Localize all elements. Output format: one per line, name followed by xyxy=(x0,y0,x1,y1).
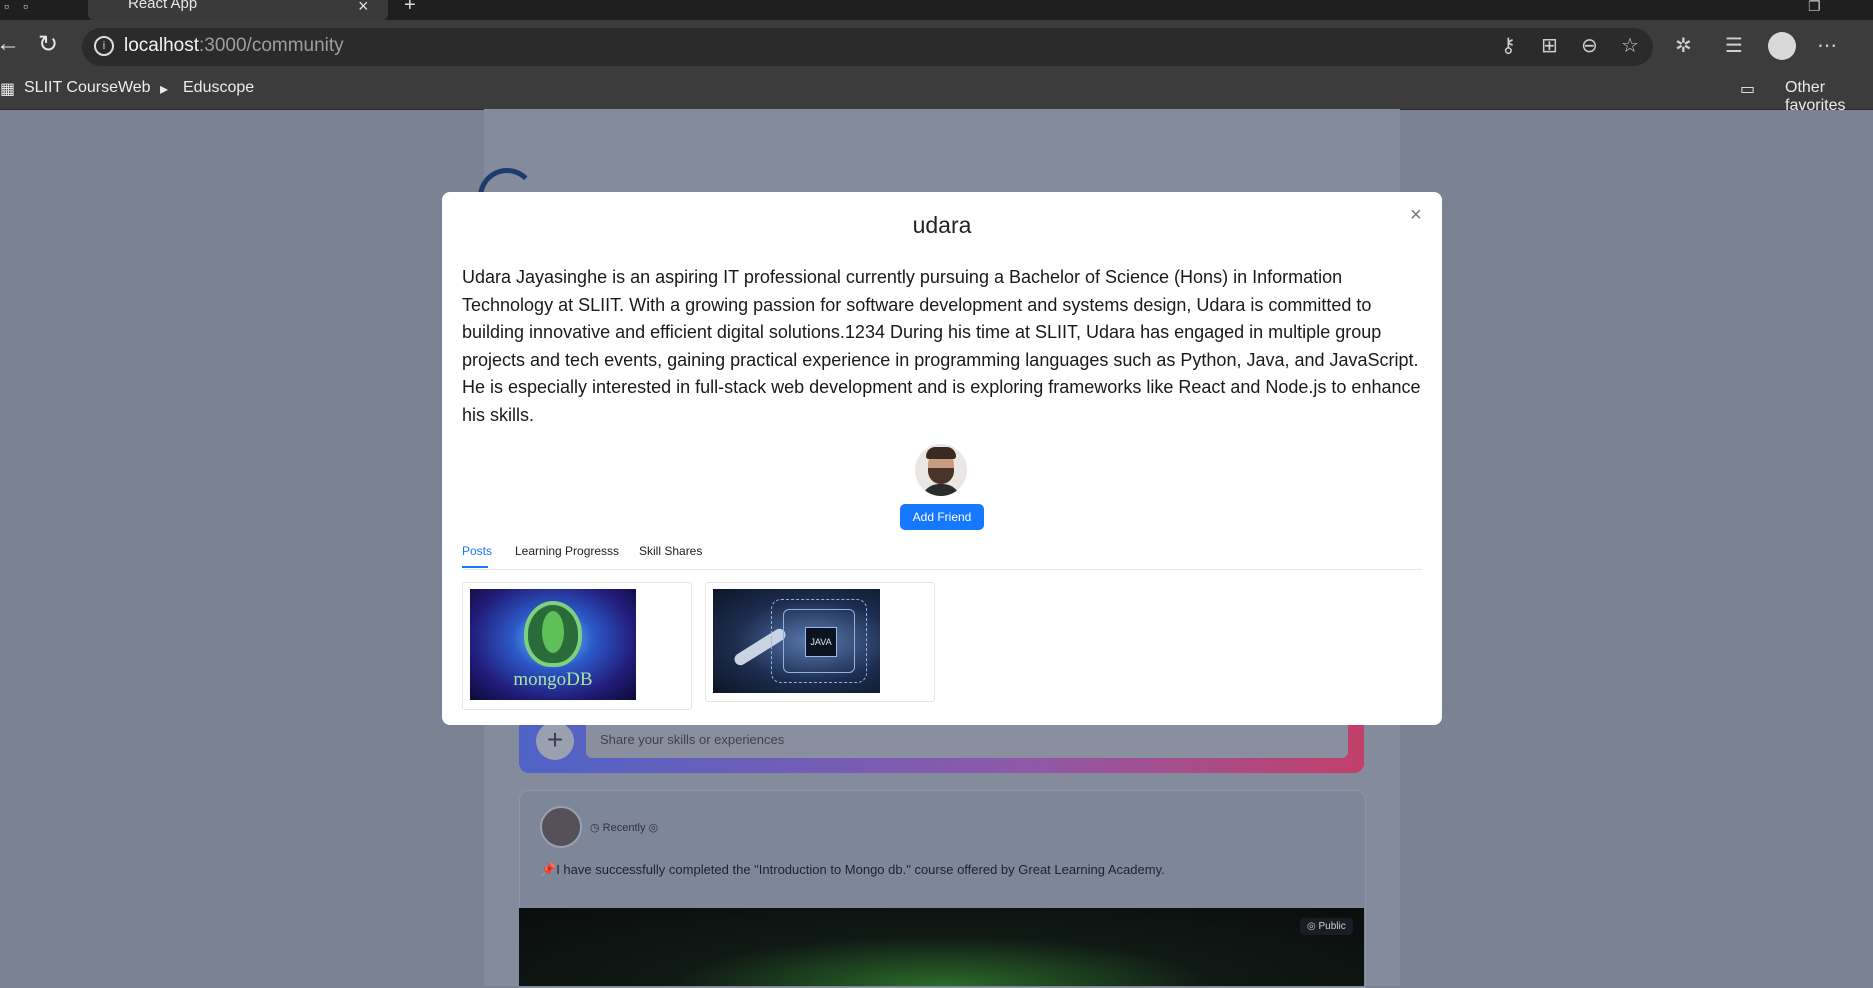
folder-icon: ▭ xyxy=(1740,81,1756,98)
profile-icon[interactable] xyxy=(1768,32,1796,60)
tab-posts[interactable]: Posts xyxy=(462,544,492,558)
tab-close-icon[interactable]: × xyxy=(358,0,369,17)
workspace-icons[interactable]: ▫▫ xyxy=(4,0,42,14)
browser-tab-bar: ▫▫ React App × + ❐ xyxy=(0,0,1873,20)
active-tab-indicator xyxy=(462,566,488,568)
mongodb-caption: mongoDB xyxy=(513,669,593,690)
visibility-text: Public xyxy=(1318,921,1346,932)
url-text[interactable]: localhost:3000/community xyxy=(124,35,344,57)
bookmark-eduscope[interactable]: Eduscope xyxy=(183,79,254,97)
bookmarks-bar xyxy=(0,72,1873,110)
profile-bio: Udara Jayasinghe is an aspiring IT profe… xyxy=(462,267,1421,425)
url-host: localhost xyxy=(124,35,199,56)
avatar xyxy=(915,444,967,496)
extensions-icon[interactable]: ✲ xyxy=(1675,33,1692,58)
refresh-icon[interactable]: ↻ xyxy=(38,30,58,59)
site-info-icon[interactable]: i xyxy=(94,36,114,56)
profile-tabs: Posts Learning Progresss Skill Shares xyxy=(462,541,1422,570)
post-text-body: I have successfully completed the "Intro… xyxy=(556,862,1165,877)
avatar-hair xyxy=(926,447,956,459)
url-path: :3000/community xyxy=(199,35,344,56)
back-icon[interactable]: ← xyxy=(0,30,20,58)
tab-title: React App xyxy=(128,0,198,12)
more-menu-icon[interactable]: ⋯ xyxy=(1817,33,1837,58)
mongodb-thumbnail[interactable]: mongoDB xyxy=(470,589,636,700)
modal-title: udara xyxy=(912,212,972,238)
other-favorites[interactable]: Other favorites xyxy=(1785,79,1873,115)
apps-icon[interactable]: ⊞ xyxy=(1541,33,1558,58)
post-image[interactable] xyxy=(519,908,1364,986)
tab-learning-progress[interactable]: Learning Progresss xyxy=(515,544,619,558)
post-time-text: Recently xyxy=(602,822,646,834)
visibility-badge: ◎ Public xyxy=(1300,918,1353,935)
zoom-icon[interactable]: ⊖ xyxy=(1581,33,1598,58)
java-chip: JAVA xyxy=(805,627,837,657)
favorites-icon[interactable]: ☰ xyxy=(1725,33,1743,58)
close-icon[interactable]: × xyxy=(1410,204,1422,227)
avatar-shirt xyxy=(921,484,961,496)
restore-window-icon[interactable]: ❐ xyxy=(1808,0,1821,15)
post-avatar[interactable] xyxy=(540,806,582,848)
share-plus-icon[interactable]: + xyxy=(536,722,574,760)
bookmark-sliit-icon: ▦ xyxy=(0,81,16,98)
avatar-beard xyxy=(928,468,954,484)
mongodb-leaf-icon xyxy=(542,611,564,653)
new-tab-button[interactable]: + xyxy=(404,0,416,17)
pin-icon: 📌 xyxy=(540,862,557,877)
add-friend-button[interactable]: Add Friend xyxy=(900,504,984,530)
favorite-star-icon[interactable]: ☆ xyxy=(1621,33,1639,58)
java-thumbnail[interactable]: JAVA xyxy=(713,589,880,693)
key-icon[interactable]: ⚷ xyxy=(1501,33,1516,58)
bookmark-folder-arrow-icon: ▸ xyxy=(160,81,169,98)
post-time: ◷ Recently ◎ xyxy=(590,822,659,834)
post-text: 📌I have successfully completed the "Intr… xyxy=(540,862,1165,878)
bookmark-sliit[interactable]: SLIIT CourseWeb xyxy=(24,79,151,97)
tab-skill-shares[interactable]: Skill Shares xyxy=(639,544,702,558)
